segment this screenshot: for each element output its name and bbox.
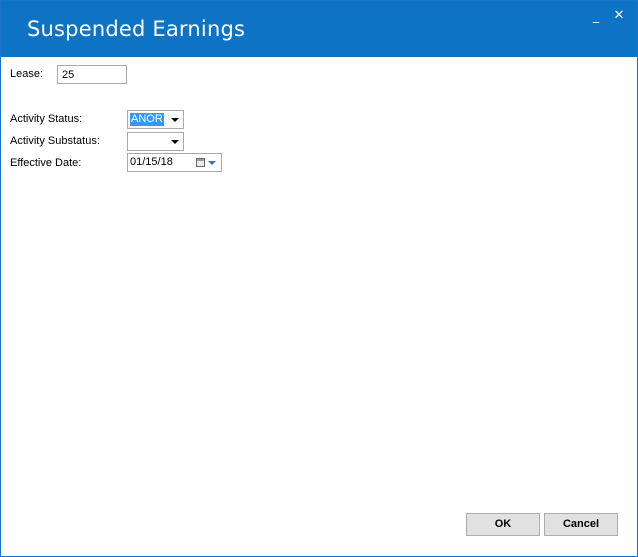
suspended-earnings-dialog: Suspended Earnings _ ✕ Lease: Activity S… (0, 0, 638, 557)
effective-date-label: Effective Date: (10, 157, 82, 169)
effective-date-value[interactable]: 01/15/18 (130, 156, 173, 169)
activity-substatus-value (130, 135, 132, 148)
title-bar: Suspended Earnings _ ✕ (1, 1, 637, 57)
dialog-title: Suspended Earnings (27, 17, 246, 41)
activity-substatus-dropdown[interactable] (127, 132, 184, 151)
ok-button[interactable]: OK (466, 513, 540, 536)
cancel-button[interactable]: Cancel (544, 513, 618, 536)
calendar-icon[interactable] (196, 158, 205, 167)
chevron-down-icon[interactable] (166, 111, 183, 128)
activity-status-label: Activity Status: (10, 113, 83, 125)
activity-status-dropdown[interactable]: ANOR (127, 110, 184, 129)
close-icon[interactable]: ✕ (610, 7, 628, 25)
activity-substatus-label: Activity Substatus: (10, 135, 100, 147)
chevron-down-icon[interactable] (166, 133, 183, 150)
lease-field[interactable] (57, 65, 127, 84)
lease-label: Lease: (10, 68, 44, 80)
minimize-icon[interactable]: _ (587, 7, 605, 25)
activity-status-value: ANOR (130, 113, 164, 126)
effective-date-picker[interactable]: 01/15/18 (127, 153, 222, 172)
lease-input[interactable] (58, 66, 126, 83)
chevron-down-icon[interactable] (208, 161, 216, 165)
